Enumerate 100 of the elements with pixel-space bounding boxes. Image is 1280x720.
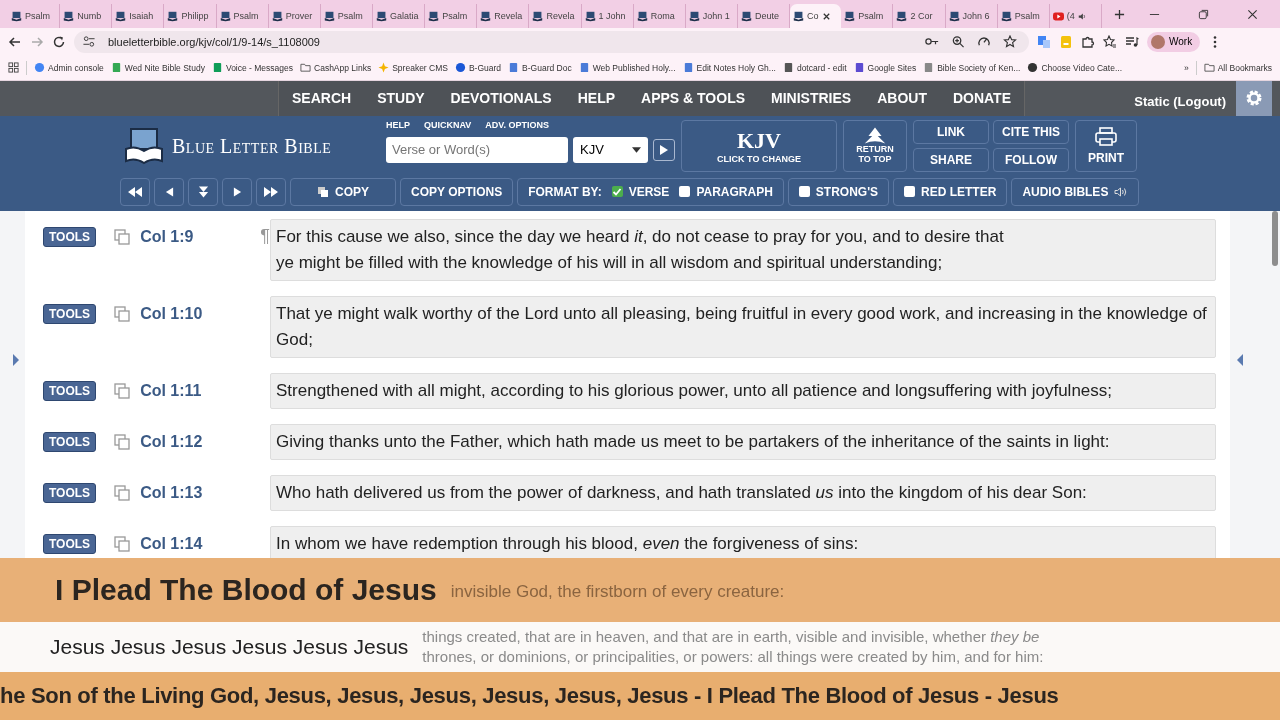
verse-text: Giving thanks unto the Father, which hath made us meet to be partakers of the inheritance of the saints in light:: [270, 423, 1216, 460]
search-option-link[interactable]: ADV. OPTIONS: [485, 119, 550, 134]
bookmark-link[interactable]: Web Published Holy...: [578, 62, 676, 74]
bookmark-icon: [578, 62, 590, 74]
audio-bibles-button[interactable]: AUDIO BIBLES: [1011, 177, 1140, 206]
new-tab-icon[interactable]: [1113, 8, 1125, 20]
bookmark-link[interactable]: Admin console: [34, 62, 104, 74]
nav-link[interactable]: ABOUT: [864, 80, 940, 116]
verse-reference-link[interactable]: Col 1:12: [140, 432, 203, 451]
all-bookmarks-link[interactable]: All Bookmarks: [1203, 62, 1272, 74]
previous-arrow-icon[interactable]: [12, 352, 20, 367]
starred-list-icon[interactable]: [1103, 34, 1117, 49]
verse-reference-link[interactable]: Col 1:11: [140, 381, 202, 400]
more-bookmarks-button[interactable]: »: [1183, 62, 1189, 73]
tools-button[interactable]: TOOLS: [43, 303, 97, 324]
last-chapter-button[interactable]: [256, 177, 286, 206]
scrollbar-thumb[interactable]: [1272, 210, 1278, 266]
copy-button[interactable]: COPY: [290, 177, 396, 206]
translate-icon[interactable]: [1037, 34, 1051, 49]
bookmark-link[interactable]: Edit Notes Holy Gh...: [682, 62, 776, 74]
bookmark-icon: [1027, 62, 1039, 74]
verse-text: In whom we have redemption through his blood, even the forgiveness of sins:: [270, 525, 1216, 559]
close-icon[interactable]: [821, 11, 831, 21]
bookmark-link[interactable]: Wed Nite Bible Study: [110, 62, 205, 74]
verse-reference-link[interactable]: Col 1:9: [140, 227, 194, 246]
speaker-icon[interactable]: [1077, 11, 1087, 21]
bookmark-link[interactable]: dotcard - edit: [782, 62, 847, 74]
bookmark-icon: [300, 62, 312, 74]
first-chapter-button[interactable]: [120, 177, 150, 206]
action-button[interactable]: SHARE: [913, 147, 989, 172]
bookmark-link[interactable]: B-Guard Doc: [508, 62, 572, 74]
profile-button[interactable]: Work: [1147, 31, 1201, 52]
action-button[interactable]: CITE THIS: [993, 119, 1069, 144]
puzzle-icon[interactable]: [1081, 34, 1095, 49]
return-to-top-button[interactable]: RETURN TO TOP: [843, 119, 907, 172]
expand-down-button[interactable]: [188, 177, 218, 206]
format-checkbox[interactable]: PARAGRAPH: [679, 184, 773, 199]
next-arrow-icon[interactable]: [1236, 352, 1244, 367]
tools-button[interactable]: TOOLS: [43, 380, 97, 401]
print-button[interactable]: PRINT: [1075, 119, 1137, 172]
format-checkbox[interactable]: VERSE: [611, 184, 670, 199]
back-icon[interactable]: [8, 34, 22, 49]
nav-link[interactable]: APPS & TOOLS: [628, 80, 759, 116]
zoom-icon[interactable]: [951, 35, 965, 49]
go-button[interactable]: [653, 138, 675, 161]
bookmark-link[interactable]: Spreaker CMS: [378, 62, 448, 74]
action-button[interactable]: LINK: [913, 119, 989, 144]
nav-link[interactable]: STUDY: [364, 80, 438, 116]
tools-button[interactable]: TOOLS: [43, 226, 97, 247]
printer-icon: [1094, 126, 1118, 147]
verse-reference-link[interactable]: Col 1:14: [140, 534, 203, 553]
site-logo[interactable]: Blue Letter Bible: [172, 135, 332, 159]
tools-button[interactable]: TOOLS: [43, 533, 97, 554]
double-down-icon: [197, 184, 209, 199]
folder-icon: [1203, 62, 1215, 74]
verse-reference-link[interactable]: Col 1:10: [140, 304, 203, 323]
bookmark-link[interactable]: Google Sites: [853, 62, 917, 74]
tab-title: Prover: [285, 11, 313, 21]
star-icon[interactable]: [1003, 35, 1017, 49]
verse-reference-link[interactable]: Col 1:13: [140, 483, 203, 502]
version-button[interactable]: KJV CLICK TO CHANGE: [681, 119, 837, 172]
speaker-icon: [1114, 186, 1129, 197]
check-icon: [612, 186, 623, 197]
reload-icon[interactable]: [52, 34, 66, 49]
book-icon: [948, 10, 960, 22]
verse-text: Strengthened with all might, according to his glorious power, unto all patience and longsuffering with joyfulness;: [270, 372, 1216, 409]
logout-link[interactable]: Static (Logout): [1134, 93, 1226, 109]
tools-button[interactable]: TOOLS: [43, 482, 97, 503]
action-button[interactable]: FOLLOW: [993, 147, 1069, 172]
tab-title: 1 John: [598, 11, 626, 21]
book-icon: [428, 10, 440, 22]
search-field[interactable]: Verse or Word(s): [386, 136, 568, 163]
nav-link[interactable]: DONATE: [939, 80, 1024, 116]
tools-button[interactable]: TOOLS: [43, 431, 97, 452]
apps-grid-icon[interactable]: [8, 62, 19, 74]
previous-button[interactable]: [154, 177, 184, 206]
close-icon[interactable]: [1247, 8, 1258, 20]
settings-button[interactable]: [1236, 80, 1272, 116]
version-select[interactable]: KJV: [573, 136, 648, 163]
bookmark-link[interactable]: Bible Society of Ken...: [923, 62, 1021, 74]
site-settings-icon[interactable]: [82, 35, 96, 49]
search-option-link[interactable]: HELP: [386, 119, 410, 134]
copy-options-button[interactable]: COPY OPTIONS: [400, 177, 514, 206]
bookmark-link[interactable]: Voice - Messages: [211, 62, 294, 74]
media-icon[interactable]: [1125, 34, 1139, 49]
rewind-icon: [127, 185, 143, 198]
bookmark-link[interactable]: B-Guard: [454, 62, 502, 74]
bookmark-link[interactable]: Choose Video Cate...: [1027, 62, 1123, 74]
pilcrow-mark: ¶: [260, 226, 270, 248]
tab-title: Revela: [546, 11, 575, 21]
nav-link[interactable]: SEARCH: [279, 80, 365, 116]
bookmark-link[interactable]: CashApp Links: [300, 62, 372, 74]
nav-link[interactable]: HELP: [564, 80, 629, 116]
nav-link[interactable]: MINISTRIES: [758, 80, 865, 116]
search-option-link[interactable]: QUICKNAV: [424, 119, 472, 134]
browser-tab[interactable]: Co: [790, 4, 842, 28]
next-button[interactable]: [222, 177, 252, 206]
restore-icon[interactable]: [1198, 8, 1209, 20]
address-field[interactable]: blueletterbible.org/kjv/col/1/9-14/s_1108009: [74, 30, 1029, 53]
nav-link[interactable]: DEVOTIONALS: [437, 80, 565, 116]
